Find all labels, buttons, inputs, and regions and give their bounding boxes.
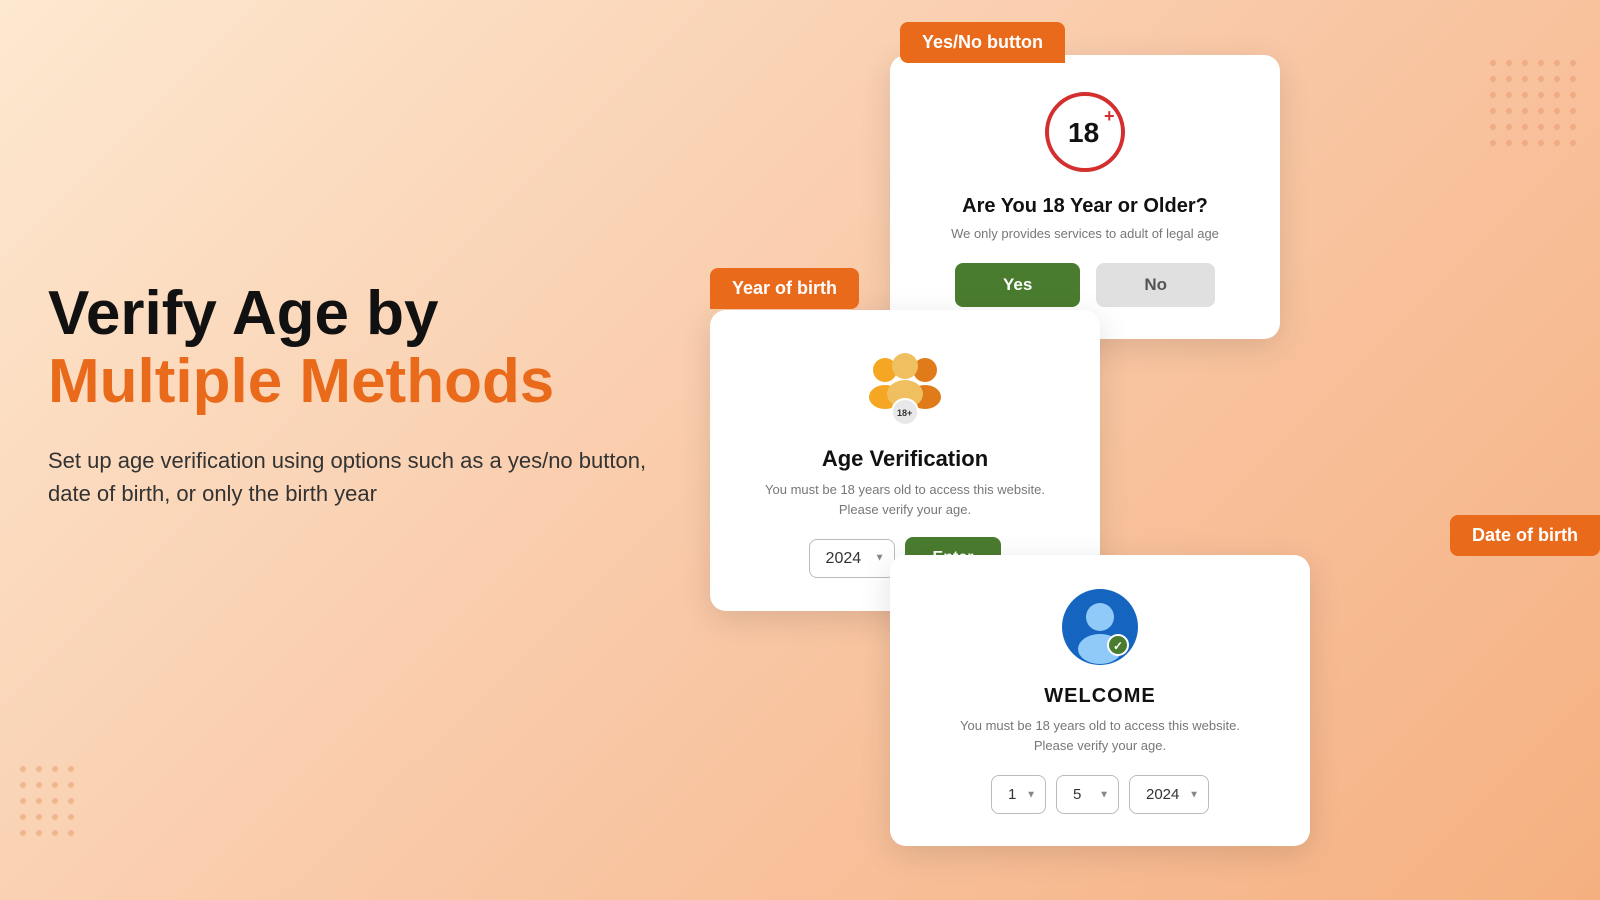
month-select-wrapper: 5 1 12 [1056, 775, 1119, 814]
yes-no-card: 18 + Are You 18 Year or Older? We only p… [890, 55, 1280, 339]
hero-title-part2: Multiple Methods [48, 347, 554, 416]
svg-text:✓: ✓ [1113, 639, 1123, 653]
yes-no-btn-row: Yes No [930, 263, 1240, 307]
svg-text:18+: 18+ [897, 408, 912, 418]
date-of-birth-card: ✓ WELCOME You must be 18 years old to ac… [890, 555, 1310, 846]
svg-text:+: + [1104, 106, 1115, 126]
hero-title-part1: Verify Age by [48, 279, 439, 348]
no-button[interactable]: No [1096, 263, 1215, 307]
year-dob-select[interactable]: 2024 2023 2000 [1129, 775, 1209, 814]
dob-card-subtitle: You must be 18 years old to access this … [930, 716, 1270, 755]
yes-no-card-title: Are You 18 Year or Older? [930, 195, 1240, 218]
user-avatar-icon: ✓ [1060, 587, 1140, 667]
dot-decoration-bottom-left [20, 766, 78, 840]
year-card-title: Age Verification [750, 446, 1060, 472]
year-dob-select-wrapper: 2024 2023 2000 [1129, 775, 1209, 814]
year-select[interactable]: 2024 2023 2022 [809, 539, 895, 578]
hero-section: Verify Age by Multiple Methods Set up ag… [48, 280, 668, 510]
day-select-wrapper: 1 2 3 [991, 775, 1046, 814]
hero-subtitle: Set up age verification using options su… [48, 444, 668, 510]
dob-card-title: WELCOME [930, 685, 1270, 708]
yes-no-card-subtitle: We only provides services to adult of le… [930, 226, 1240, 241]
avatar-group-icon: 18+ [860, 342, 950, 432]
date-of-birth-tab-label: Date of birth [1450, 515, 1600, 556]
yes-no-tab-label: Yes/No button [900, 22, 1065, 63]
yes-button[interactable]: Yes [955, 263, 1080, 307]
year-select-wrapper: 2024 2023 2022 [809, 539, 895, 578]
year-card-subtitle: You must be 18 years old to access this … [750, 480, 1060, 519]
hero-title: Verify Age by Multiple Methods [48, 280, 668, 416]
svg-text:18: 18 [1068, 117, 1099, 148]
month-select[interactable]: 5 1 12 [1056, 775, 1119, 814]
18plus-badge: 18 + [1040, 87, 1130, 177]
cards-area: Yes/No button Year of birth Date of birt… [700, 0, 1600, 900]
dob-input-row: 1 2 3 5 1 12 2024 2023 2000 [930, 775, 1270, 814]
day-select[interactable]: 1 2 3 [991, 775, 1046, 814]
year-of-birth-tab-label: Year of birth [710, 268, 859, 309]
